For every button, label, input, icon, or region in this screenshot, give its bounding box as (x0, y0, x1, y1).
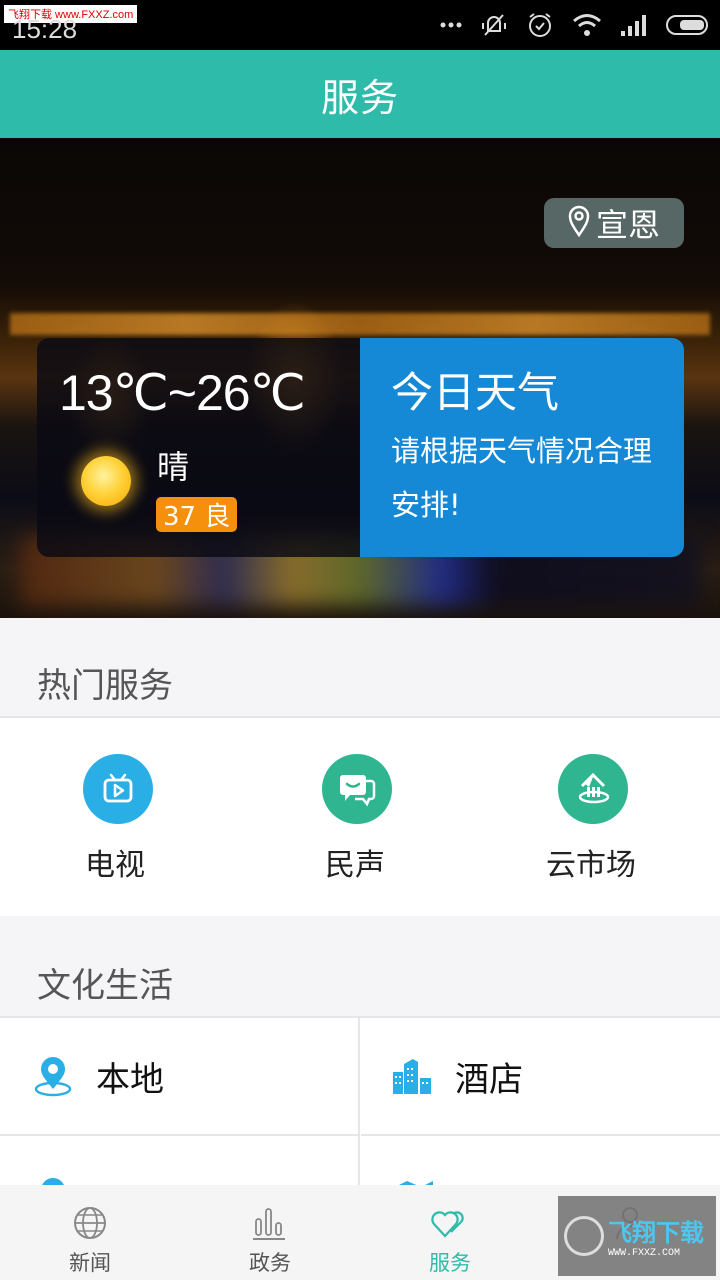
more-dots-icon (440, 21, 462, 29)
temperature-range: 13℃~26℃ (59, 365, 306, 421)
watermark-name: 飞翔下载 (608, 1219, 704, 1247)
culture-life-header: 文化生活 (0, 916, 720, 1018)
signal-icon (620, 13, 648, 37)
status-time: 15:28 (12, 14, 78, 44)
tv-icon (83, 754, 153, 824)
tab-label: 政务 (249, 1251, 291, 1275)
service-cloud-market[interactable]: 云市场 (480, 718, 720, 916)
culture-item-label: 本地 (96, 1059, 164, 1100)
tab-news[interactable]: 新闻 (0, 1185, 180, 1280)
watermark-logo-icon (564, 1216, 604, 1256)
service-label: 云市场 (546, 848, 636, 883)
battery-icon (666, 13, 710, 37)
tab-label: 新闻 (69, 1251, 111, 1275)
cloud-market-icon (558, 754, 628, 824)
tab-government[interactable]: 政务 (180, 1185, 360, 1280)
service-tv[interactable]: 电视 (0, 718, 240, 916)
service-label: 民声 (325, 848, 385, 883)
sunny-icon (81, 456, 131, 506)
culture-item-label: 酒店 (455, 1059, 523, 1100)
culture-item-local[interactable]: 本地 (0, 1018, 359, 1136)
buildings-icon (391, 1055, 433, 1097)
banner-photo-detail (10, 313, 710, 335)
aqi-badge: 37 良 (156, 497, 238, 532)
hot-services-grid: 电视 民声 云市场 (0, 718, 720, 916)
status-bar: 飞翔下载 www.FXXZ.com 15:28 (0, 0, 720, 50)
watermark-badge: 飞翔下载 WWW.FXXZ.COM (558, 1196, 716, 1276)
section-title: 文化生活 (37, 966, 173, 1006)
chat-bubbles-icon (322, 754, 392, 824)
location-pin-icon (568, 205, 590, 241)
silent-bell-icon (480, 11, 508, 39)
hot-services-header: 热门服务 (0, 618, 720, 718)
weather-card[interactable]: 13℃~26℃ 晴 37 良 今日天气 请根据天气情况合理安排! (37, 338, 684, 557)
title-bar: 服务 (0, 50, 720, 138)
bar-chart-icon (252, 1205, 288, 1241)
page-title: 服务 (320, 75, 399, 120)
globe-icon (72, 1205, 108, 1241)
location-name: 宣恩 (595, 206, 660, 244)
location-pin-icon (32, 1055, 74, 1097)
wifi-icon (572, 13, 602, 37)
status-icons (440, 10, 710, 40)
weather-banner[interactable]: 宣恩 13℃~26℃ 晴 37 良 今日天气 请根据天气情况合理安排! (0, 138, 720, 618)
culture-item-hotel[interactable]: 酒店 (361, 1018, 720, 1136)
location-selector[interactable]: 宣恩 (544, 198, 684, 248)
tab-services[interactable]: 服务 (360, 1185, 540, 1280)
hearts-icon (431, 1205, 469, 1241)
weather-tip: 请根据天气情况合理安排! (391, 434, 653, 522)
service-label: 电视 (85, 848, 145, 883)
section-title: 热门服务 (37, 666, 173, 706)
weather-title: 今日天气 (391, 368, 560, 417)
watermark-url: WWW.FXXZ.COM (608, 1248, 681, 1259)
weather-condition: 晴 (157, 448, 190, 486)
culture-life-grid: 本地 酒店 (0, 1018, 720, 1213)
watermark-text: 飞翔下载 WWW.FXXZ.COM (608, 1213, 704, 1259)
service-voice[interactable]: 民声 (240, 718, 480, 916)
weather-tip-panel: 今日天气 请根据天气情况合理安排! (360, 338, 684, 557)
weather-summary: 13℃~26℃ 晴 37 良 (37, 338, 360, 557)
alarm-icon (526, 11, 554, 39)
tab-label: 服务 (429, 1251, 471, 1275)
